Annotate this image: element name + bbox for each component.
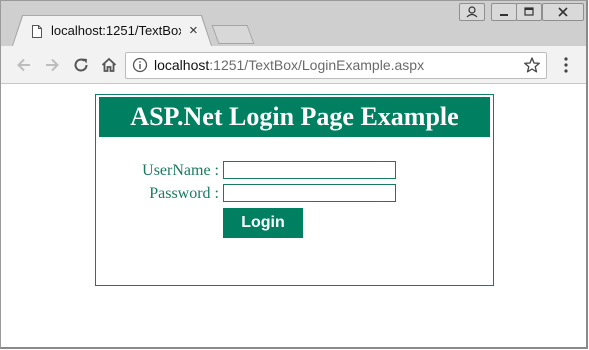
browser-window: localhost:1251/TextBox/L × <box>0 0 588 349</box>
kebab-menu-icon[interactable] <box>559 56 573 74</box>
username-input[interactable] <box>223 161 396 179</box>
new-tab-button[interactable] <box>211 25 255 44</box>
url-path: :1251/TextBox/LoginExample.aspx <box>209 57 425 73</box>
arrow-left-icon[interactable] <box>15 56 33 74</box>
reload-icon[interactable] <box>72 56 90 74</box>
url-host: localhost <box>154 57 210 73</box>
password-input[interactable] <box>223 184 396 202</box>
close-icon[interactable] <box>542 3 584 21</box>
account-icon[interactable] <box>459 3 485 21</box>
password-label: Password : <box>149 185 219 202</box>
tab-close-icon[interactable]: × <box>189 21 203 41</box>
page-title: ASP.Net Login Page Example <box>99 97 490 137</box>
info-icon[interactable] <box>132 57 148 73</box>
page-content: ASP.Net Login Page Example UserName : Pa… <box>1 84 586 347</box>
restore-icon[interactable] <box>516 3 542 21</box>
url-text[interactable]: localhost:1251/TextBox/LoginExample.aspx <box>154 57 424 73</box>
address-bar[interactable]: localhost:1251/TextBox/LoginExample.aspx <box>125 52 547 79</box>
arrow-right-icon[interactable] <box>43 56 61 74</box>
username-label: UserName : <box>142 162 219 179</box>
star-icon[interactable] <box>523 56 541 74</box>
home-icon[interactable] <box>100 56 118 74</box>
browser-toolbar: localhost:1251/TextBox/LoginExample.aspx <box>1 46 586 84</box>
login-button[interactable]: Login <box>223 208 303 238</box>
minimize-icon[interactable] <box>491 3 517 21</box>
page-icon <box>32 25 42 38</box>
title-bar: localhost:1251/TextBox/L × <box>1 1 586 46</box>
login-panel: ASP.Net Login Page Example UserName : Pa… <box>95 94 494 286</box>
tab-title: localhost:1251/TextBox/L <box>51 23 181 38</box>
